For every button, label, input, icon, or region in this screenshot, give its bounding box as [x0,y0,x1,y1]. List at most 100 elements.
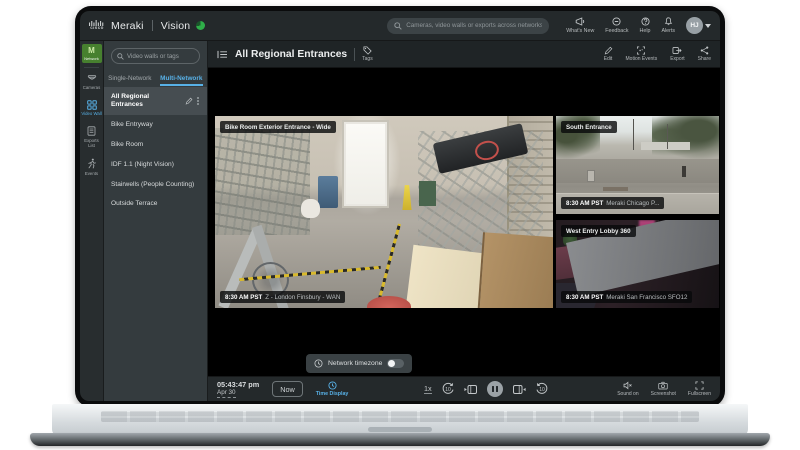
export-icon [672,46,683,54]
fullscreen-button[interactable]: Fullscreen [688,381,711,397]
svg-text:10: 10 [445,387,451,393]
main-header: All Regional Entrances Tags Edit Motion … [208,41,720,68]
header-divider [354,47,356,61]
previous-frame-button[interactable] [464,384,478,395]
help-label: Help [639,27,651,34]
whats-new-label: What's New [566,27,595,34]
top-bar: cisco Meraki Vision What's New Feedback [80,11,720,41]
now-button[interactable]: Now [272,381,303,397]
list-item-bike-entryway[interactable]: Bike Entryway [104,115,207,135]
camera-tile-south-entrance[interactable]: South Entrance 8:30 AM PST Meraki Chicago… [556,116,719,214]
network-label: Network [84,56,99,61]
vision-logo-icon [196,21,206,30]
top-actions: What's New Feedback Help Alerts HJ [566,17,711,34]
time-display-button[interactable]: Time Display [315,381,349,397]
playback-speed-button[interactable]: 1x [424,384,432,394]
camera-time-badge: 8:30 AM PST Meraki Chicago P... [561,197,665,209]
pause-button[interactable] [486,381,503,397]
tags-label: Tags [362,56,373,63]
network-timezone-label: Network timezone [328,360,383,367]
time-display-label: Time Display [315,391,349,397]
laptop-base [30,433,770,446]
chevron-down-icon [705,23,711,28]
rewind-10-button[interactable]: 10 [441,382,455,396]
forward-10-button[interactable]: 10 [535,382,549,396]
cisco-wordmark: cisco [90,25,104,31]
network-timezone-toggle[interactable] [387,359,405,368]
video-wall-label: Video Wall [81,111,102,117]
share-icon [700,46,709,55]
tab-multi-network[interactable]: Multi-Network [156,70,208,86]
tags-button[interactable]: Tags [362,46,373,63]
edit-button[interactable]: Edit [604,46,613,62]
camera-tile-bike-room-exterior[interactable]: Bike Room Exterior Entrance - Wide 8:30 … [215,116,553,308]
motion-events-icon [637,46,646,55]
page-title: All Regional Entrances [235,48,348,60]
video-wall-stage: Bike Room Exterior Entrance - Wide 8:30 … [208,68,720,376]
help-button[interactable]: Help [639,17,651,34]
account-menu[interactable]: HJ [686,17,711,34]
network-badge: M [88,46,95,55]
list-item-idf-11-night-vision[interactable]: IDF 1.1 (Night Vision) [104,155,207,175]
avatar[interactable]: HJ [686,17,703,34]
next-frame-button[interactable] [512,384,526,395]
rail-item-cameras[interactable]: Cameras [80,70,103,95]
help-icon [640,17,650,26]
camera-feed-image [215,116,553,308]
whats-new-button[interactable]: What's New [566,17,594,34]
rail-item-network[interactable]: M Network [81,44,102,63]
video-wall-sidebar: Single-Network Multi-Network All Regiona… [104,41,208,401]
list-item-outside-terrace[interactable]: Outside Terrace [104,194,207,214]
sidebar-search[interactable] [111,48,200,64]
list-item-label: Bike Room [111,140,144,148]
camera-tile-west-entry-lobby[interactable]: West Entry Lobby 360 8:30 AM PST Meraki S… [556,220,719,308]
sidebar-search-input[interactable] [127,52,194,60]
edit-pencil-icon[interactable] [185,97,193,105]
alerts-button[interactable]: Alerts [661,17,675,34]
network-tabs: Single-Network Multi-Network [104,70,207,86]
list-item-all-regional-entrances[interactable]: All Regional Entrances [104,87,207,115]
meraki-wordmark: Meraki [111,19,144,32]
feedback-label: Feedback [605,27,629,34]
network-timezone-pill: Network timezone [306,354,413,373]
rail-divider [84,67,99,68]
motion-events-label: Motion Events [625,56,658,63]
header-actions: Edit Motion Events Export Share [604,46,711,63]
share-button[interactable]: Share [698,46,711,62]
rail-item-events[interactable]: Events [80,153,103,181]
speaker-icon [623,381,632,390]
wall-list-icon[interactable] [217,50,228,59]
events-label: Events [84,170,99,176]
camera-name-badge: West Entry Lobby 360 [561,225,636,237]
export-label: Export [670,56,685,63]
global-search-input[interactable] [406,22,543,29]
camera-name-badge: South Entrance [561,121,617,133]
cisco-logo: cisco [89,20,105,31]
list-item-label: Stairwells (People Counting) [111,180,195,188]
search-icon [117,52,124,60]
sound-on-button[interactable]: Sound on [617,381,639,398]
screenshot-button[interactable]: Screenshot [651,381,676,397]
more-options-icon[interactable] [197,99,199,102]
stage-actions: Sound on Screenshot Fullscreen [617,377,711,401]
tab-single-network[interactable]: Single-Network [104,70,156,86]
rail-item-exports-list[interactable]: Exports List [80,121,103,153]
current-time: 05:43:47 pm [217,380,260,390]
list-item-bike-room[interactable]: Bike Room [104,135,207,155]
export-button[interactable]: Export [670,46,685,63]
global-search[interactable] [387,17,550,34]
rail-item-video-wall[interactable]: Video Wall [80,95,103,122]
sound-on-label: Sound on [617,391,639,398]
clock-icon [328,381,337,390]
camera-timestamp: 8:30 AM PST [566,293,604,301]
clock-icon [314,359,323,368]
brand-divider [151,20,153,31]
camera-dome-icon [87,75,96,80]
current-date[interactable]: Apr 30 [217,389,236,398]
camera-network: Meraki San Francisco SFO12 [606,293,688,301]
video-wall-list: All Regional Entrances Bike Entryway Bik… [104,87,207,214]
motion-events-button[interactable]: Motion Events [625,46,658,63]
bell-icon [664,17,672,26]
feedback-button[interactable]: Feedback [605,17,629,34]
list-item-stairwells-people-counting[interactable]: Stairwells (People Counting) [104,175,207,195]
